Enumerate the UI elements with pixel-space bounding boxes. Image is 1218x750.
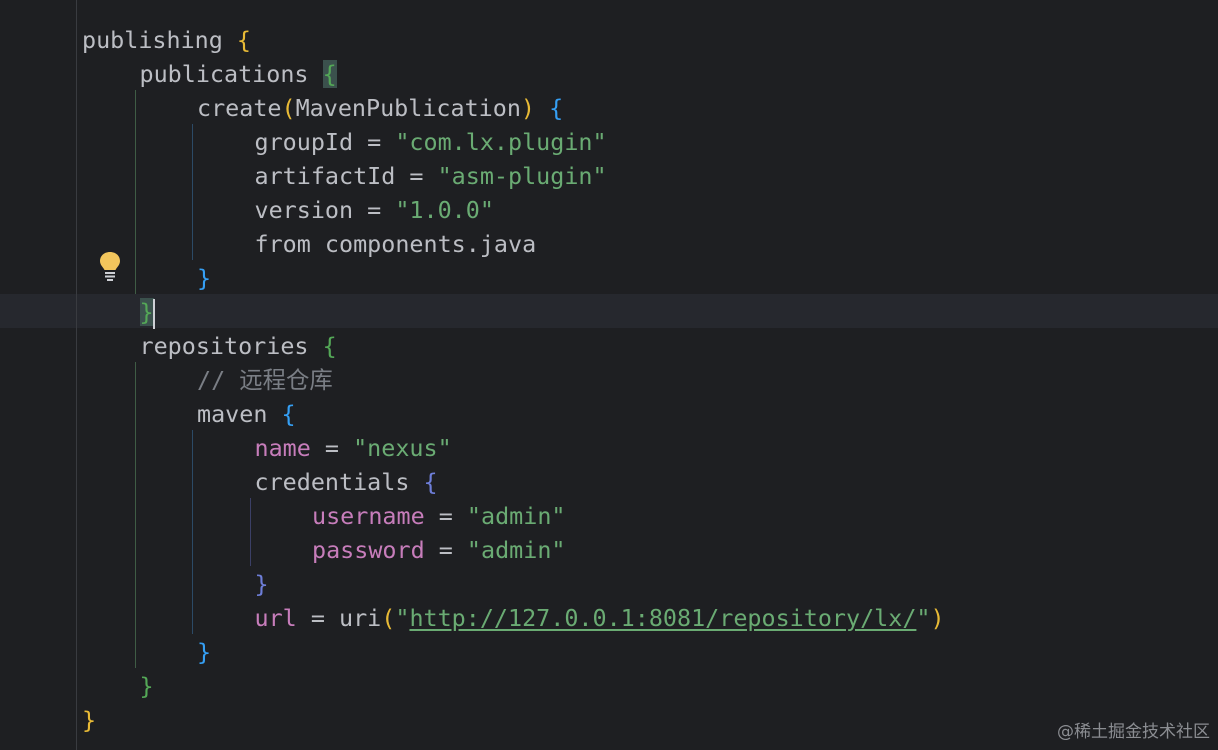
code-token: = uri xyxy=(296,604,382,632)
code-token: } xyxy=(197,638,212,666)
code-token: "asm-plugin" xyxy=(437,162,607,190)
code-line[interactable]: password = "admin" xyxy=(82,533,945,567)
code-token: "admin" xyxy=(466,536,566,564)
code-token: password xyxy=(312,536,425,564)
code-token: username xyxy=(312,502,425,530)
code-token: } xyxy=(139,672,154,700)
text-caret xyxy=(152,298,155,329)
url-link[interactable]: http://127.0.0.1:8081/repository/lx/ xyxy=(409,604,916,632)
code-token: = xyxy=(424,536,467,564)
code-line[interactable]: } xyxy=(82,635,945,669)
code-token: create xyxy=(197,94,282,122)
code-token: name xyxy=(254,434,311,462)
code-token: } xyxy=(197,264,212,292)
code-token: repositories xyxy=(139,332,323,360)
code-token: { xyxy=(322,332,337,360)
code-token: = xyxy=(424,502,467,530)
code-line[interactable]: maven { xyxy=(82,397,945,431)
code-line[interactable]: // 远程仓库 xyxy=(82,363,945,397)
code-token: ( xyxy=(381,604,396,632)
code-token: ) xyxy=(930,604,945,632)
code-token: { xyxy=(549,94,564,122)
code-token: artifactId = xyxy=(254,162,438,190)
code-line[interactable]: } xyxy=(82,261,945,295)
code-token: "1.0.0" xyxy=(395,196,494,224)
code-token: = xyxy=(310,434,354,462)
code-token: url xyxy=(254,604,297,632)
code-token: ) xyxy=(520,94,536,122)
code-line[interactable]: url = uri("http://127.0.0.1:8081/reposit… xyxy=(82,601,945,635)
code-line[interactable]: } xyxy=(82,703,945,737)
code-token: "com.lx.plugin" xyxy=(395,128,607,156)
code-token: publishing xyxy=(82,26,237,54)
code-token: maven xyxy=(197,400,282,428)
code-line[interactable]: } xyxy=(82,669,945,703)
code-token: } xyxy=(139,298,154,326)
code-token: MavenPublication xyxy=(295,94,521,122)
code-token: " xyxy=(916,604,931,632)
code-token: " xyxy=(395,604,410,632)
code-token: from components.java xyxy=(254,230,537,258)
code-token: credentials xyxy=(254,468,424,496)
code-token: { xyxy=(236,26,251,54)
code-line[interactable]: } xyxy=(82,295,945,329)
code-token: { xyxy=(322,60,337,88)
code-line[interactable]: credentials { xyxy=(82,465,945,499)
code-line[interactable]: publishing { xyxy=(82,23,945,57)
code-line[interactable]: artifactId = "asm-plugin" xyxy=(82,159,945,193)
code-token: "nexus" xyxy=(353,434,452,462)
code-token: version = xyxy=(254,196,396,224)
gutter-separator xyxy=(76,0,77,750)
code-line[interactable]: version = "1.0.0" xyxy=(82,193,945,227)
code-token: // 远程仓库 xyxy=(197,366,333,394)
code-token: publications xyxy=(139,60,323,88)
code-line[interactable]: publications { xyxy=(82,57,945,91)
code-line[interactable]: name = "nexus" xyxy=(82,431,945,465)
code-token: } xyxy=(254,570,269,598)
code-token: } xyxy=(82,706,97,734)
code-line[interactable]: repositories { xyxy=(82,329,945,363)
code-token: groupId = xyxy=(254,128,396,156)
code-token: "admin" xyxy=(466,502,566,530)
code-line[interactable]: } xyxy=(82,567,945,601)
code-line[interactable]: groupId = "com.lx.plugin" xyxy=(82,125,945,159)
code-lines[interactable]: publishing {publications {create(MavenPu… xyxy=(82,23,945,737)
code-line[interactable]: from components.java xyxy=(82,227,945,261)
code-token: { xyxy=(423,468,438,496)
code-token: { xyxy=(281,400,296,428)
code-token: ( xyxy=(281,94,296,122)
code-line[interactable]: create(MavenPublication) { xyxy=(82,91,945,125)
code-line[interactable]: username = "admin" xyxy=(82,499,945,533)
watermark: @稀土掘金技术社区 xyxy=(1057,722,1210,742)
code-editor[interactable]: publishing {publications {create(MavenPu… xyxy=(0,0,1218,750)
